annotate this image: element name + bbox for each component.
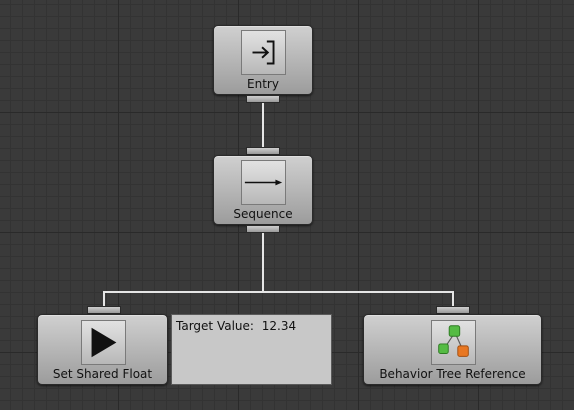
behavior-tree-graph-canvas[interactable]: Entry Sequence Set Shared Float Target V… [0, 0, 574, 410]
target-value-label: Target Value: [176, 319, 254, 333]
connection-to-behavior-tree-reference [452, 291, 454, 306]
connection-horizontal-bus [103, 291, 454, 293]
entry-node[interactable]: Entry [213, 25, 313, 95]
set-shared-float-node[interactable]: Set Shared Float [37, 314, 168, 385]
entry-node-label: Entry [247, 77, 279, 91]
sequence-node-label: Sequence [233, 207, 293, 221]
connection-sequence-down [262, 233, 264, 292]
tree-icon [431, 320, 476, 365]
sequence-input-port[interactable] [246, 147, 280, 155]
entry-icon [241, 30, 286, 75]
behavior-tree-reference-node[interactable]: Behavior Tree Reference [363, 314, 542, 385]
sequence-output-port[interactable] [246, 225, 280, 233]
behavior-tree-reference-node-label: Behavior Tree Reference [379, 367, 526, 381]
target-value-comment: Target Value: 12.34 [171, 314, 332, 385]
set-shared-float-input-port[interactable] [87, 306, 121, 314]
sequence-node[interactable]: Sequence [213, 155, 313, 225]
connection-entry-to-sequence [262, 103, 264, 147]
behavior-tree-reference-input-port[interactable] [436, 306, 470, 314]
arrow-right-icon [241, 160, 286, 205]
play-icon [81, 320, 126, 365]
target-value-value: 12.34 [261, 319, 297, 333]
set-shared-float-node-label: Set Shared Float [52, 367, 153, 381]
entry-output-port[interactable] [246, 95, 280, 103]
connection-to-set-shared-float [103, 291, 105, 306]
